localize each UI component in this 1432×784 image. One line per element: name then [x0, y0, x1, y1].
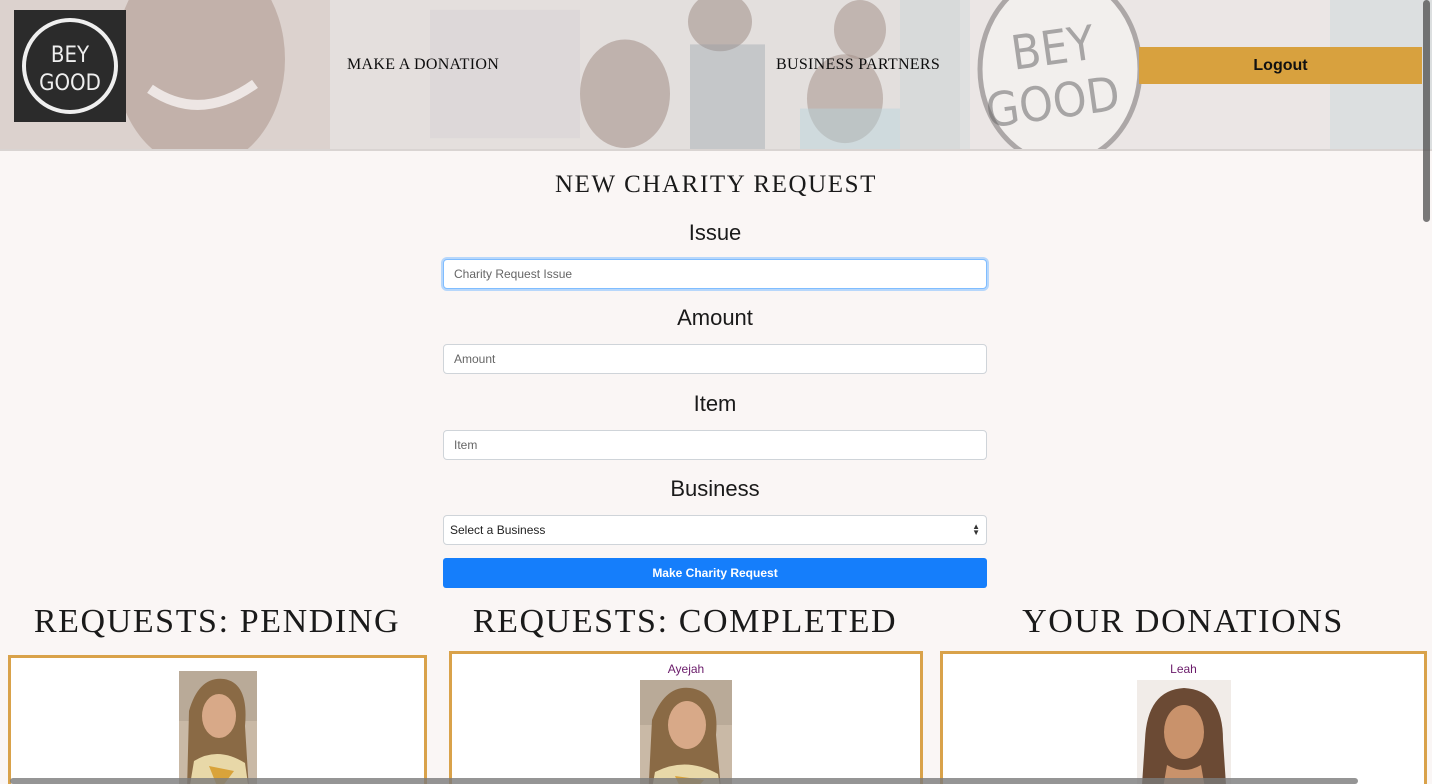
item-label: Item: [693, 391, 737, 416]
nav-make-donation[interactable]: MAKE A DONATION: [347, 56, 499, 74]
logo-text-bottom: GOOD: [39, 71, 101, 96]
site-header: BEY GOOD BEY GOOD MAKE A DONATION BUSINE…: [0, 0, 1432, 151]
logo-text-top: BEY: [51, 43, 90, 68]
business-select-value: Select a Business: [450, 523, 546, 537]
donor-name: Leah: [1170, 662, 1197, 676]
completed-request-card[interactable]: Ayejah: [449, 651, 923, 784]
requester-photo: [640, 680, 732, 784]
form-title: NEW CHARITY REQUEST: [554, 171, 878, 198]
requester-name: Ayejah: [667, 662, 705, 676]
requester-photo: [179, 671, 257, 784]
vertical-scrollbar[interactable]: [1423, 0, 1430, 222]
business-select[interactable]: Select a Business ▲ ▼: [443, 515, 987, 545]
amount-input[interactable]: [443, 344, 987, 374]
logout-button[interactable]: Logout: [1139, 47, 1422, 84]
issue-label: Issue: [688, 220, 742, 245]
beygood-logo[interactable]: BEY GOOD: [14, 10, 126, 122]
completed-heading: REQUESTS: COMPLETED: [472, 603, 898, 640]
issue-input[interactable]: [443, 259, 987, 289]
pending-request-card[interactable]: [8, 655, 427, 784]
amount-label: Amount: [677, 305, 753, 330]
business-label: Business: [670, 476, 760, 501]
donor-photo: [1137, 680, 1231, 784]
horizontal-scrollbar[interactable]: [10, 778, 1358, 784]
donation-card[interactable]: Leah: [940, 651, 1427, 784]
pending-heading: REQUESTS: PENDING: [33, 603, 401, 640]
make-charity-request-button[interactable]: Make Charity Request: [443, 558, 987, 588]
item-input[interactable]: [443, 430, 987, 460]
nav-business-partners[interactable]: BUSINESS PARTNERS: [776, 56, 940, 74]
donations-heading: YOUR DONATIONS: [1022, 603, 1344, 640]
select-updown-icon: ▲ ▼: [972, 522, 980, 537]
